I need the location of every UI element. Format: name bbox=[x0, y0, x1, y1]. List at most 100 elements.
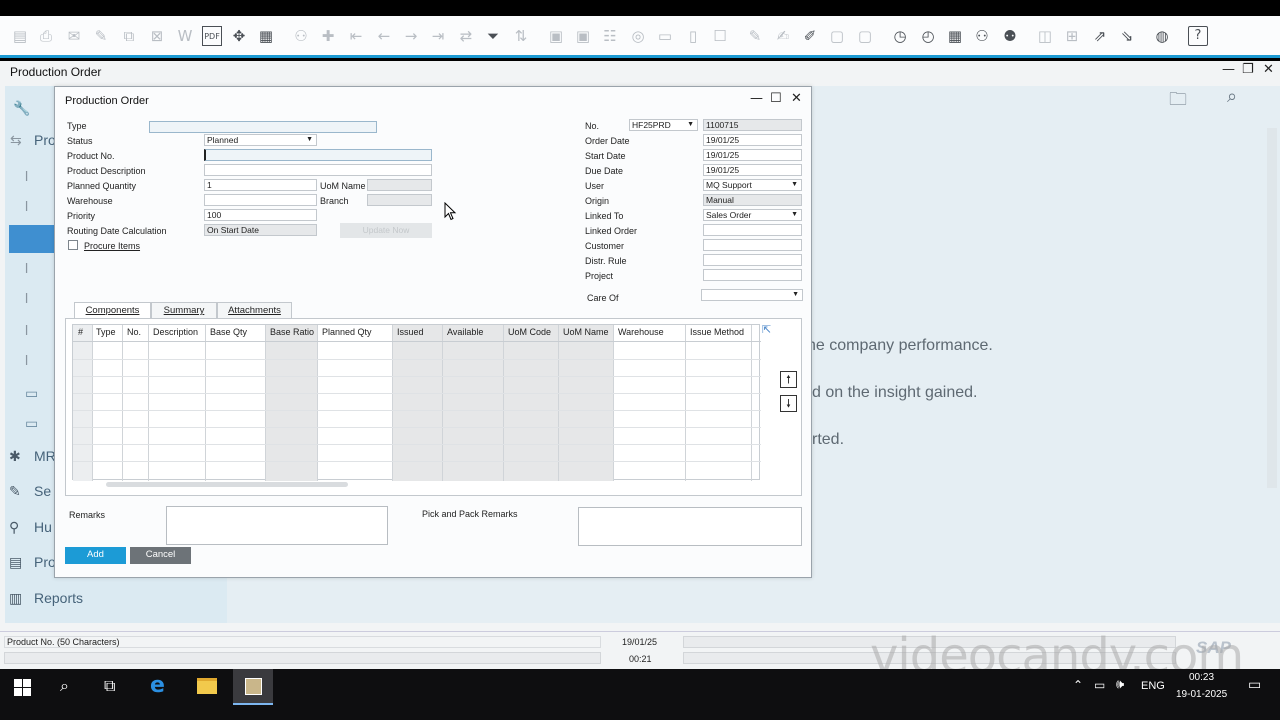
column-header-no[interactable]: No. bbox=[127, 327, 141, 337]
sidebar-subitem[interactable]: l bbox=[25, 168, 28, 184]
status-dropdown[interactable]: Planned bbox=[204, 134, 317, 146]
column-header-uom-name[interactable]: UoM Name bbox=[563, 327, 609, 337]
sidebar-subitem[interactable]: l bbox=[25, 352, 28, 368]
dialog-close-icon[interactable]: ✕ bbox=[791, 91, 802, 106]
print-icon[interactable]: ⎙ bbox=[36, 26, 56, 46]
close-doc-icon[interactable]: ⊠ bbox=[147, 26, 167, 46]
tab-attachments[interactable]: Attachments bbox=[217, 302, 292, 318]
gross-profit-icon[interactable]: ◎ bbox=[628, 26, 648, 46]
dialog-minimize-icon[interactable]: — bbox=[750, 91, 763, 106]
linked-order-field[interactable] bbox=[703, 224, 802, 236]
cancel-button[interactable]: Cancel bbox=[130, 547, 191, 564]
chevron-up-icon[interactable]: ⌃ bbox=[1073, 678, 1083, 692]
notifications-icon[interactable]: ▭ bbox=[1248, 677, 1261, 693]
column-header-base-qty[interactable]: Base Qty bbox=[210, 327, 247, 337]
calendar-icon[interactable]: ▢ bbox=[855, 26, 875, 46]
product-no-field[interactable] bbox=[204, 149, 432, 161]
sidebar-subitem[interactable]: l bbox=[25, 260, 28, 276]
sidebar-item-mrp[interactable]: MR bbox=[34, 448, 56, 464]
doc-flow-icon[interactable]: ☷ bbox=[600, 26, 620, 46]
user-dropdown[interactable]: MQ Support bbox=[703, 179, 802, 191]
clock-date[interactable]: 19-01-2025 bbox=[1176, 689, 1227, 700]
file-explorer-icon[interactable] bbox=[197, 678, 217, 694]
column-header-issue-method[interactable]: Issue Method bbox=[690, 327, 744, 337]
folder-icon[interactable]: ▭ bbox=[25, 415, 38, 432]
taskbar-sap-app[interactable] bbox=[233, 669, 273, 705]
language-indicator[interactable]: ENG bbox=[1141, 680, 1165, 692]
column-header-base-ratio[interactable]: Base Ratio bbox=[270, 327, 314, 337]
sidebar-selected-item[interactable] bbox=[9, 225, 54, 253]
column-header-uom-code[interactable]: UoM Code bbox=[508, 327, 551, 337]
planned-quantity-field[interactable]: 1 bbox=[204, 179, 317, 191]
pick-pack-remarks-textarea[interactable] bbox=[578, 507, 802, 546]
column-header-available[interactable]: Available bbox=[447, 327, 483, 337]
procure-items-checkbox[interactable] bbox=[68, 240, 78, 250]
tab-components[interactable]: Components bbox=[74, 302, 151, 319]
order-date-field[interactable]: 19/01/25 bbox=[703, 134, 802, 146]
care-of-dropdown[interactable] bbox=[701, 289, 803, 301]
routing-date-field[interactable]: On Start Date bbox=[204, 224, 317, 236]
sidebar-item-human-resources[interactable]: Hu bbox=[34, 519, 52, 535]
warehouse-field[interactable] bbox=[204, 194, 317, 206]
column-header-type[interactable]: Type bbox=[96, 327, 116, 337]
base-doc-icon[interactable]: ▣ bbox=[546, 26, 566, 46]
add-button[interactable]: Add bbox=[65, 547, 126, 564]
user-icon[interactable]: ◴ bbox=[918, 26, 938, 46]
linked-to-dropdown[interactable]: Sales Order bbox=[703, 209, 802, 221]
product-description-field[interactable] bbox=[204, 164, 432, 176]
customer-field[interactable] bbox=[703, 239, 802, 251]
column-header-issued[interactable]: Issued bbox=[397, 327, 424, 337]
layout-grid-icon[interactable]: ⊞ bbox=[1062, 26, 1082, 46]
column-header-description[interactable]: Description bbox=[153, 327, 198, 337]
send-icon[interactable]: ✎ bbox=[91, 26, 111, 46]
due-date-field[interactable]: 19/01/25 bbox=[703, 164, 802, 176]
minimize-icon[interactable]: — bbox=[1222, 62, 1235, 77]
last-record-icon[interactable]: ⇥ bbox=[428, 26, 448, 46]
volume-icon[interactable]: 🕪 bbox=[1116, 677, 1124, 692]
web-icon[interactable]: ◍ bbox=[1152, 26, 1172, 46]
target-doc-icon[interactable]: ▣ bbox=[573, 26, 593, 46]
components-grid[interactable]: # Type No. Description Base Qty Base Rat… bbox=[72, 323, 771, 481]
sidebar-item-production[interactable]: Pro bbox=[34, 132, 56, 148]
sidebar-item-project[interactable]: Pro bbox=[34, 554, 56, 570]
move-row-down-icon[interactable]: 🠗 bbox=[780, 395, 797, 412]
word-icon[interactable]: W bbox=[175, 26, 195, 46]
search-icon[interactable]: ⌕ bbox=[60, 676, 69, 696]
update-now-button[interactable]: Update Now bbox=[340, 223, 432, 238]
layout-icon[interactable]: ▦ bbox=[256, 26, 276, 46]
sidebar-subitem[interactable]: l bbox=[25, 198, 28, 214]
help-icon[interactable]: ? bbox=[1188, 26, 1208, 46]
users-icon[interactable]: ◷ bbox=[890, 26, 910, 46]
remarks-textarea[interactable] bbox=[166, 506, 388, 545]
clock-time[interactable]: 00:23 bbox=[1189, 672, 1214, 683]
expand-grid-icon[interactable]: ⇱ bbox=[762, 323, 771, 336]
chart-icon[interactable]: ⚉ bbox=[1000, 26, 1020, 46]
next-record-icon[interactable]: → bbox=[401, 26, 421, 46]
close-icon[interactable]: ✕ bbox=[1263, 62, 1274, 77]
sidebar-item-service[interactable]: Se bbox=[34, 483, 51, 499]
sidebar-subitem[interactable]: l bbox=[25, 322, 28, 338]
settings-icon[interactable]: ▦ bbox=[945, 26, 965, 46]
folder-icon[interactable]: ▭ bbox=[25, 385, 38, 402]
distr-rule-field[interactable] bbox=[703, 254, 802, 266]
add-icon[interactable]: ✚ bbox=[318, 26, 338, 46]
internet-explorer-icon[interactable]: e bbox=[150, 673, 165, 698]
column-header-row-number[interactable]: # bbox=[78, 327, 83, 337]
scrollbar[interactable] bbox=[1267, 128, 1277, 488]
approval-icon[interactable]: ☐ bbox=[710, 26, 730, 46]
alerts-icon[interactable]: ✐ bbox=[800, 26, 820, 46]
preview-icon[interactable]: ▤ bbox=[10, 26, 30, 46]
form-settings-icon[interactable]: ◫ bbox=[1035, 26, 1055, 46]
project-field[interactable] bbox=[703, 269, 802, 281]
refresh-icon[interactable]: ⇄ bbox=[456, 26, 476, 46]
previous-record-icon[interactable]: ← bbox=[374, 26, 394, 46]
messages-icon[interactable]: ✎ bbox=[745, 26, 765, 46]
folder-icon[interactable]: 🗀 bbox=[1169, 87, 1187, 117]
import-icon[interactable]: ⇘ bbox=[1117, 26, 1137, 46]
export-icon[interactable]: ⇗ bbox=[1090, 26, 1110, 46]
network-icon[interactable]: ▭ bbox=[1094, 678, 1105, 692]
filter-icon[interactable]: ⏷ bbox=[483, 26, 503, 46]
copy-icon[interactable]: ⧉ bbox=[119, 26, 139, 46]
sidebar-item-reports[interactable]: Reports bbox=[34, 590, 83, 606]
pdf-icon[interactable]: PDF bbox=[202, 26, 222, 46]
